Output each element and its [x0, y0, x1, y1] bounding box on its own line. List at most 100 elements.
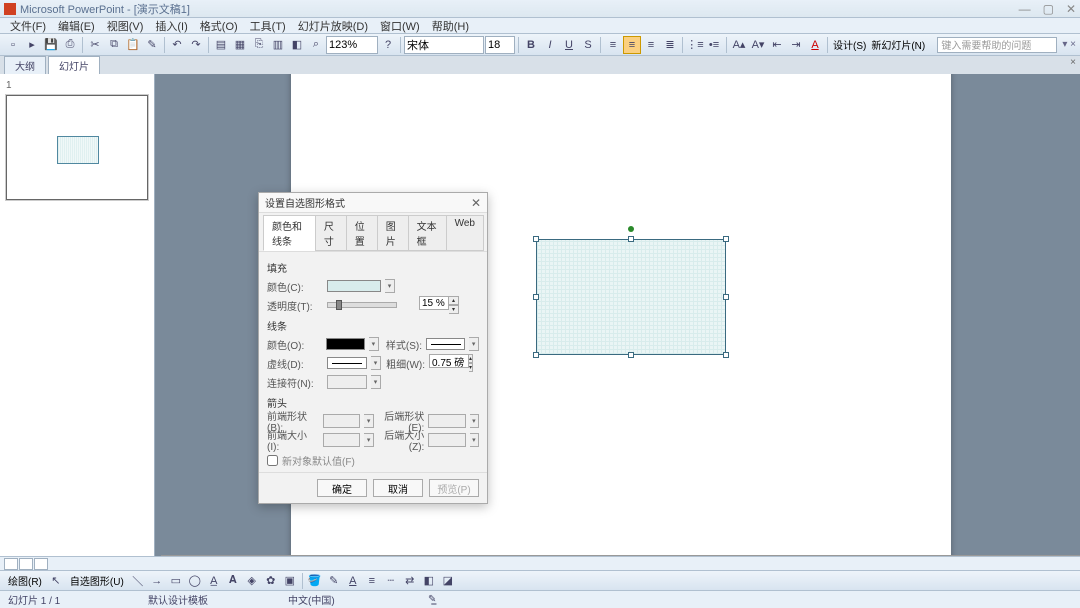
linestyle-icon[interactable]: ≡: [363, 572, 381, 590]
tab-size[interactable]: 尺寸: [315, 215, 347, 251]
line-color-swatch[interactable]: [326, 338, 365, 350]
tab-outline[interactable]: 大纲: [4, 56, 46, 74]
dash-select[interactable]: [327, 357, 367, 369]
clipart-icon[interactable]: ✿: [262, 572, 280, 590]
close-pane-button[interactable]: ×: [1070, 57, 1076, 68]
slideshow-view-icon[interactable]: [34, 558, 48, 570]
connector-select[interactable]: [327, 375, 367, 389]
increase-font-icon[interactable]: A▴: [730, 36, 748, 54]
zoom-select[interactable]: [326, 36, 378, 54]
help-dropdown[interactable]: ▾ ×: [1062, 39, 1076, 50]
help-icon[interactable]: ?: [379, 36, 397, 54]
status-spellcheck-icon[interactable]: ✎̲: [428, 594, 528, 605]
line-style-select[interactable]: [426, 338, 465, 350]
menu-format[interactable]: 格式(O): [194, 18, 244, 34]
tab-picture[interactable]: 图片: [377, 215, 409, 251]
end-shape-select[interactable]: [428, 414, 465, 428]
cancel-button[interactable]: 取消: [373, 479, 423, 497]
bold-icon[interactable]: B: [522, 36, 540, 54]
grid-icon[interactable]: ▥: [269, 36, 287, 54]
fillcolor-icon[interactable]: 🪣: [306, 572, 324, 590]
begin-size-dropdown[interactable]: ▾: [364, 433, 373, 447]
tab-web[interactable]: Web: [446, 215, 484, 251]
dialog-titlebar[interactable]: 设置自选图形格式 ✕: [259, 193, 487, 213]
save-icon[interactable]: 💾: [42, 36, 60, 54]
weight-input[interactable]: [429, 354, 469, 368]
oval-icon[interactable]: ◯: [186, 572, 204, 590]
resize-handle-ne[interactable]: [723, 236, 729, 242]
rotate-handle[interactable]: [628, 226, 634, 232]
sorter-view-icon[interactable]: [19, 558, 33, 570]
resize-handle-e[interactable]: [723, 294, 729, 300]
end-size-dropdown[interactable]: ▾: [470, 433, 479, 447]
picture-icon[interactable]: ▣: [281, 572, 299, 590]
menu-view[interactable]: 视图(V): [101, 18, 150, 34]
begin-shape-dropdown[interactable]: ▾: [364, 414, 373, 428]
table-icon[interactable]: ▦: [231, 36, 249, 54]
dialog-close-button[interactable]: ✕: [471, 196, 481, 210]
tab-color-lines[interactable]: 颜色和线条: [263, 215, 316, 251]
redo-icon[interactable]: ↷: [187, 36, 205, 54]
trans-down[interactable]: ▾: [449, 305, 459, 314]
diagram-icon[interactable]: ◈: [243, 572, 261, 590]
rect-icon[interactable]: ▭: [167, 572, 185, 590]
default-checkbox[interactable]: [267, 455, 278, 466]
fontsize-select[interactable]: [485, 36, 515, 54]
resize-handle-n[interactable]: [628, 236, 634, 242]
transparency-spinner[interactable]: ▴▾: [419, 296, 463, 314]
select-icon[interactable]: ↖: [47, 572, 65, 590]
transparency-slider[interactable]: [327, 302, 397, 308]
indent-less-icon[interactable]: ⇤: [768, 36, 786, 54]
dashstyle-icon[interactable]: ┄: [382, 572, 400, 590]
fontcolor2-icon[interactable]: A: [344, 572, 362, 590]
rectangle-shape[interactable]: [536, 239, 726, 355]
resize-handle-sw[interactable]: [533, 352, 539, 358]
menu-tools[interactable]: 工具(T): [244, 18, 292, 34]
maximize-button[interactable]: ▢: [1043, 2, 1054, 16]
end-shape-dropdown[interactable]: ▾: [470, 414, 479, 428]
resize-handle-se[interactable]: [723, 352, 729, 358]
indent-more-icon[interactable]: ⇥: [787, 36, 805, 54]
italic-icon[interactable]: I: [541, 36, 559, 54]
preview-button[interactable]: 预览(P): [429, 479, 479, 497]
connector-dropdown[interactable]: ▾: [371, 375, 381, 389]
resize-handle-s[interactable]: [628, 352, 634, 358]
print-icon[interactable]: ⎙: [61, 36, 79, 54]
dash-dropdown[interactable]: ▾: [371, 356, 381, 370]
line-color-dropdown[interactable]: ▾: [369, 337, 379, 351]
resize-handle-nw[interactable]: [533, 236, 539, 242]
decrease-font-icon[interactable]: A▾: [749, 36, 767, 54]
ok-button[interactable]: 确定: [317, 479, 367, 497]
menu-insert[interactable]: 插入(I): [149, 18, 193, 34]
normal-view-icon[interactable]: [4, 558, 18, 570]
menu-file[interactable]: 文件(F): [4, 18, 52, 34]
arrow-icon[interactable]: →: [148, 572, 166, 590]
undo-icon[interactable]: ↶: [168, 36, 186, 54]
wordart-icon[interactable]: 𝐀: [224, 572, 242, 590]
align-justify-icon[interactable]: ≣: [661, 36, 679, 54]
hyperlink-icon[interactable]: ⎘: [250, 36, 268, 54]
menu-slideshow[interactable]: 幻灯片放映(D): [292, 18, 374, 34]
transparency-input[interactable]: [419, 296, 449, 310]
format-painter-icon[interactable]: ✎: [143, 36, 161, 54]
numbering-icon[interactable]: ⋮≡: [686, 36, 704, 54]
chart-icon[interactable]: ▤: [212, 36, 230, 54]
cut-icon[interactable]: ✂: [86, 36, 104, 54]
slide-thumbnail-1[interactable]: [6, 95, 148, 200]
fill-color-dropdown[interactable]: ▾: [385, 279, 395, 293]
default-checkbox-row[interactable]: 新对象默认值(F): [267, 453, 479, 468]
autoshapes-menu[interactable]: 自选图形(U): [66, 573, 128, 588]
minimize-button[interactable]: ―: [1019, 2, 1031, 16]
textbox-icon[interactable]: A̲: [205, 572, 223, 590]
shadow-icon[interactable]: S: [579, 36, 597, 54]
3d-icon[interactable]: ◪: [439, 572, 457, 590]
linecolor-icon[interactable]: ✎: [325, 572, 343, 590]
paste-icon[interactable]: 📋: [124, 36, 142, 54]
line-icon[interactable]: ＼: [129, 572, 147, 590]
menu-edit[interactable]: 编辑(E): [52, 18, 101, 34]
slider-thumb[interactable]: [336, 300, 342, 310]
color-icon[interactable]: ◧: [288, 36, 306, 54]
font-color-icon[interactable]: A: [806, 36, 824, 54]
begin-size-select[interactable]: [323, 433, 360, 447]
weight-spinner[interactable]: ▴▾: [429, 354, 473, 372]
